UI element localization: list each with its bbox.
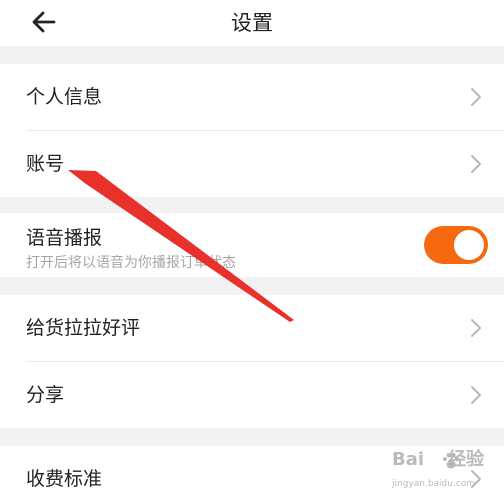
section-gap: [0, 277, 504, 295]
chevron-right-icon: [471, 386, 481, 404]
section-gap: [0, 46, 504, 64]
section-gap: [0, 428, 504, 446]
row-rate-app[interactable]: 给货拉拉好评: [0, 295, 504, 361]
row-label-personal-info: 个人信息: [26, 86, 103, 108]
top-bar: 设置: [0, 0, 504, 46]
row-label-share: 分享: [26, 384, 65, 406]
chevron-right-icon: [471, 88, 481, 106]
watermark-brand: Bai 经验: [392, 449, 485, 470]
voice-broadcast-toggle[interactable]: [424, 226, 488, 264]
row-label-rate-app: 给货拉拉好评: [26, 317, 141, 339]
row-label-voice-broadcast: 语音播报: [26, 227, 103, 249]
toggle-knob: [454, 230, 484, 260]
page-title: 设置: [231, 11, 273, 35]
chevron-right-icon: [471, 319, 481, 337]
row-label-account: 账号: [26, 153, 65, 175]
row-share[interactable]: 分享: [0, 362, 504, 428]
watermark: Bai 经验 jingyan.baidu.com: [392, 446, 500, 498]
chevron-right-icon: [471, 155, 481, 173]
row-account[interactable]: 账号: [0, 131, 504, 197]
section-gap: [0, 197, 504, 213]
watermark-url: jingyan.baidu.com: [392, 479, 476, 489]
row-personal-info[interactable]: 个人信息: [0, 64, 504, 130]
row-description-voice-broadcast: 打开后将以语音为你播报订单状态: [26, 255, 236, 271]
row-label-fee-standard: 收费标准: [26, 468, 103, 490]
paw-icon: [443, 453, 459, 469]
